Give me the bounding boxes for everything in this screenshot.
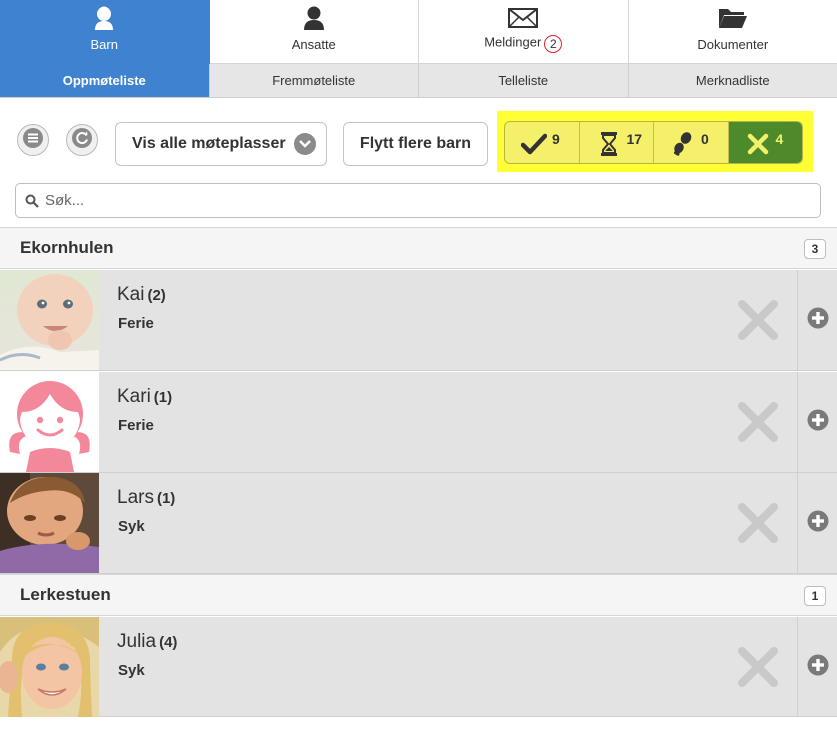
tab-telleliste[interactable]: Telleliste bbox=[419, 64, 629, 97]
plus-circle-icon bbox=[807, 654, 829, 681]
child-status: Syk bbox=[118, 518, 145, 535]
child-photo-lars bbox=[0, 473, 99, 573]
child-name: Kari bbox=[117, 386, 151, 407]
plus-circle-icon bbox=[807, 307, 829, 334]
add-note-button[interactable] bbox=[797, 372, 837, 472]
location-select[interactable]: Vis alle møteplasser bbox=[115, 122, 327, 166]
child-icon bbox=[89, 5, 119, 31]
child-count: (1) bbox=[153, 389, 173, 406]
menu-button[interactable] bbox=[17, 124, 49, 156]
tab-dokumenter-label: Dokumenter bbox=[697, 37, 769, 52]
absent-filter-button[interactable]: 4 bbox=[728, 122, 802, 163]
cross-icon bbox=[745, 131, 771, 157]
group-header-ekornhulen: Ekornhulen 3 bbox=[0, 227, 837, 269]
group-count-badge: 1 bbox=[804, 586, 826, 606]
tab-merknadliste[interactable]: Merknadliste bbox=[628, 64, 837, 97]
tab-oppmoteliste[interactable]: Oppmøteliste bbox=[0, 64, 210, 97]
child-name-julia: Julia (4) bbox=[117, 631, 177, 653]
child-row-kari[interactable]: Kari (1) Ferie bbox=[0, 372, 837, 473]
refresh-button[interactable] bbox=[66, 124, 98, 156]
chevron-down-icon bbox=[294, 133, 316, 155]
absent-count: 4 bbox=[775, 131, 784, 147]
move-children-button[interactable]: Flytt flere barn bbox=[343, 122, 488, 166]
picked-up-count: 0 bbox=[701, 131, 709, 147]
plus-circle-icon bbox=[807, 510, 829, 537]
present-filter-button[interactable]: 9 bbox=[505, 122, 580, 163]
child-name: Kai bbox=[117, 284, 145, 305]
child-name: Julia bbox=[117, 631, 157, 652]
child-photo-kari bbox=[0, 372, 99, 472]
search-icon bbox=[19, 194, 45, 208]
child-count: (2) bbox=[147, 287, 166, 304]
tab-meldinger-text: Meldinger bbox=[484, 34, 542, 50]
search-field bbox=[15, 183, 821, 218]
status-filter-group: 9 17 0 4 bbox=[504, 121, 803, 164]
main-navigation: Barn Ansatte Meldinger 2 Dokumenter bbox=[0, 0, 837, 64]
refresh-icon bbox=[71, 127, 93, 154]
child-name: Lars bbox=[117, 487, 154, 508]
folder-icon bbox=[718, 5, 748, 31]
unread-messages-badge: 2 bbox=[544, 35, 563, 53]
status-filter-panel: 9 17 0 4 bbox=[497, 111, 813, 172]
child-photo-kai bbox=[0, 270, 99, 370]
tab-dokumenter[interactable]: Dokumenter bbox=[628, 0, 837, 64]
child-count: (4) bbox=[159, 634, 178, 651]
tab-barn-label: Barn bbox=[90, 37, 118, 52]
sub-navigation: Oppmøteliste Fremmøteliste Telleliste Me… bbox=[0, 64, 837, 98]
waiting-filter-button[interactable]: 17 bbox=[580, 122, 654, 163]
group-title: Ekornhulen bbox=[20, 238, 114, 257]
group-count-badge: 3 bbox=[804, 239, 826, 259]
hourglass-icon bbox=[596, 131, 622, 157]
absent-cross-icon[interactable] bbox=[737, 299, 779, 341]
child-status: Ferie bbox=[118, 315, 154, 332]
waiting-count: 17 bbox=[626, 131, 643, 147]
tab-meldinger-label: Meldinger 2 bbox=[484, 34, 563, 53]
absent-cross-icon[interactable] bbox=[737, 401, 779, 443]
add-note-button[interactable] bbox=[797, 617, 837, 717]
plus-circle-icon bbox=[807, 409, 829, 436]
child-row-kai[interactable]: Kai (2) Ferie bbox=[0, 270, 837, 371]
child-status: Ferie bbox=[118, 417, 154, 434]
hamburger-icon bbox=[22, 127, 44, 154]
child-name-kari: Kari (1) bbox=[117, 386, 172, 408]
present-count: 9 bbox=[552, 131, 560, 147]
footprints-icon bbox=[670, 131, 696, 157]
add-note-button[interactable] bbox=[797, 270, 837, 370]
child-name-lars: Lars (1) bbox=[117, 487, 175, 509]
location-select-label: Vis alle møteplasser bbox=[132, 135, 286, 152]
tab-ansatte-label: Ansatte bbox=[291, 37, 336, 52]
group-title: Lerkestuen bbox=[20, 585, 111, 604]
child-count: (1) bbox=[156, 490, 176, 507]
absent-cross-icon[interactable] bbox=[737, 646, 779, 688]
envelope-icon bbox=[508, 5, 539, 31]
child-photo-julia bbox=[0, 617, 99, 717]
child-row-lars[interactable]: Lars (1) Syk bbox=[0, 473, 837, 574]
tab-barn[interactable]: Barn bbox=[0, 0, 210, 64]
tab-ansatte[interactable]: Ansatte bbox=[209, 0, 419, 64]
person-icon bbox=[299, 5, 329, 31]
add-note-button[interactable] bbox=[797, 473, 837, 573]
child-name-kai: Kai (2) bbox=[117, 284, 166, 306]
checkmark-icon bbox=[521, 131, 547, 157]
group-header-lerkestuen: Lerkestuen 1 bbox=[0, 574, 837, 616]
search-input[interactable] bbox=[45, 192, 805, 209]
tab-meldinger[interactable]: Meldinger 2 bbox=[419, 0, 629, 64]
child-row-julia[interactable]: Julia (4) Syk bbox=[0, 617, 837, 717]
absent-cross-icon[interactable] bbox=[737, 502, 779, 544]
tab-fremmoteliste[interactable]: Fremmøteliste bbox=[209, 64, 419, 97]
picked-up-filter-button[interactable]: 0 bbox=[654, 122, 729, 163]
child-status: Syk bbox=[118, 662, 145, 679]
